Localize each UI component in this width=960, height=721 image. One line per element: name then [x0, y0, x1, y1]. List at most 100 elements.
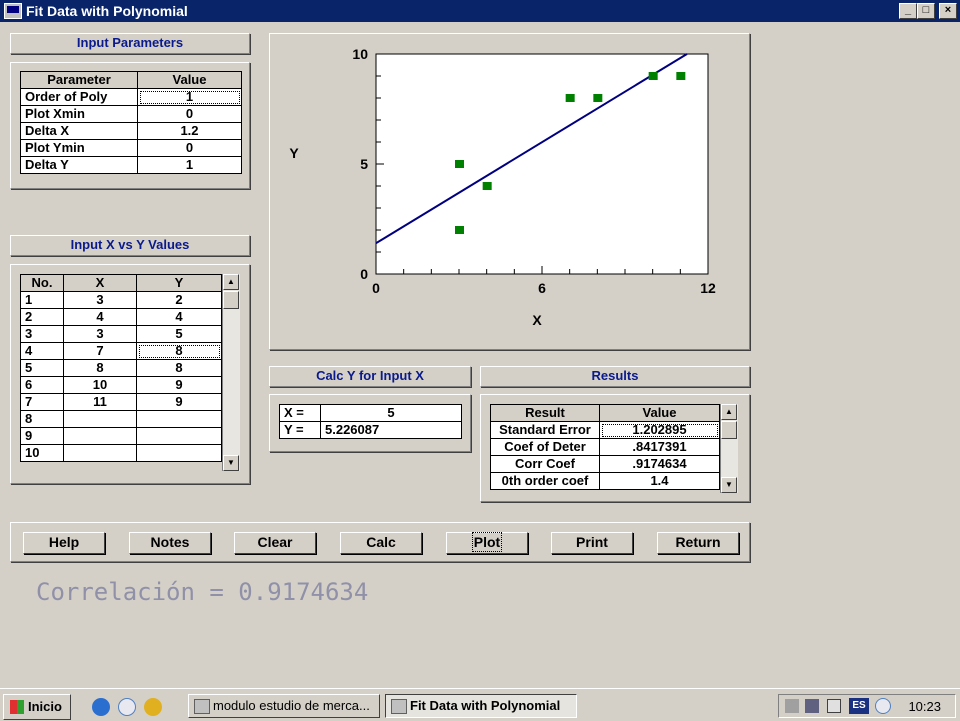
- data-point: [455, 226, 464, 234]
- display-icon[interactable]: [827, 699, 841, 713]
- table-row: Y = 5.226087: [279, 421, 462, 439]
- scroll-up-arrow-icon[interactable]: ▲: [721, 404, 737, 420]
- y-tick-label: 5: [360, 156, 368, 172]
- table-row[interactable]: 335: [20, 325, 222, 343]
- y-cell[interactable]: 8: [136, 342, 222, 360]
- y-cell[interactable]: 9: [136, 393, 222, 411]
- messenger-tray-icon[interactable]: [875, 698, 891, 714]
- table-row[interactable]: Coef of Deter .8417391: [490, 438, 720, 456]
- app-window-icon: [391, 699, 407, 714]
- table-row[interactable]: 244: [20, 308, 222, 326]
- result-value[interactable]: .9174634: [599, 455, 720, 473]
- notes-button[interactable]: Notes: [129, 532, 211, 554]
- media-player-icon[interactable]: [144, 698, 162, 716]
- table-row[interactable]: Standard Error 1.202895: [490, 421, 720, 439]
- result-value[interactable]: 1.202895: [599, 421, 720, 439]
- table-row[interactable]: Plot Ymin 0: [20, 139, 242, 157]
- x-cell[interactable]: [63, 410, 137, 428]
- table-row[interactable]: 0th order coef 1.4: [490, 472, 720, 490]
- x-cell[interactable]: 3: [63, 291, 137, 309]
- x-cell[interactable]: 4: [63, 308, 137, 326]
- column-header-parameter: Parameter: [20, 71, 138, 89]
- y-cell[interactable]: [136, 410, 222, 428]
- table-row[interactable]: 6 10 9: [20, 376, 222, 394]
- return-button-label: Return: [675, 534, 721, 550]
- table-row[interactable]: Delta X 1.2: [20, 122, 242, 140]
- param-label: Plot Xmin: [20, 105, 138, 123]
- table-row[interactable]: 132: [20, 291, 222, 309]
- row-number: 9: [20, 427, 64, 445]
- y-cell[interactable]: 8: [136, 359, 222, 377]
- taskbar-item-fit-data[interactable]: Fit Data with Polynomial: [385, 694, 577, 718]
- y-cell[interactable]: 5: [136, 325, 222, 343]
- x-tick-label: 6: [538, 280, 546, 296]
- x-cell[interactable]: 7: [63, 342, 137, 360]
- minimize-button[interactable]: _: [899, 3, 917, 19]
- scroll-down-arrow-icon[interactable]: ▼: [721, 477, 737, 493]
- plot-button[interactable]: Plot: [446, 532, 528, 554]
- results-header: Results: [480, 366, 750, 387]
- x-input-field[interactable]: 5: [320, 404, 462, 422]
- param-value-cell[interactable]: 0: [137, 139, 242, 157]
- x-cell[interactable]: [63, 444, 137, 462]
- xy-values-scrollbar[interactable]: ▲ ▼: [222, 274, 240, 471]
- results-scrollbar[interactable]: ▲ ▼: [720, 404, 738, 493]
- y-cell[interactable]: [136, 427, 222, 445]
- result-value[interactable]: 1.4: [599, 472, 720, 490]
- table-row[interactable]: 10: [20, 444, 222, 462]
- data-point: [565, 94, 575, 102]
- messenger-icon[interactable]: [118, 698, 136, 716]
- print-button[interactable]: Print: [551, 532, 633, 554]
- clear-button[interactable]: Clear: [234, 532, 316, 554]
- table-row[interactable]: Order of Poly 1: [20, 88, 242, 106]
- network-icon[interactable]: [805, 699, 819, 713]
- taskbar-item-modulo[interactable]: modulo estudio de merca...: [188, 694, 380, 718]
- x-axis-label: X: [532, 312, 542, 328]
- x-cell[interactable]: [63, 427, 137, 445]
- return-button[interactable]: Return: [657, 532, 739, 554]
- x-cell[interactable]: 11: [63, 393, 137, 411]
- table-row[interactable]: Delta Y1: [20, 156, 242, 174]
- xy-values-header: Input X vs Y Values: [10, 235, 250, 256]
- y-cell[interactable]: 4: [136, 308, 222, 326]
- volume-icon[interactable]: [785, 699, 799, 713]
- windows-logo-icon: [10, 700, 24, 714]
- table-row[interactable]: Corr Coef .9174634: [490, 455, 720, 473]
- param-value-cell[interactable]: 0: [137, 105, 242, 123]
- help-button[interactable]: Help: [23, 532, 105, 554]
- close-button[interactable]: ×: [939, 3, 957, 19]
- calc-button[interactable]: Calc: [340, 532, 422, 554]
- table-row[interactable]: Plot Xmin 0: [20, 105, 242, 123]
- scroll-thumb[interactable]: [223, 291, 239, 309]
- result-value[interactable]: .8417391: [599, 438, 720, 456]
- scroll-up-arrow-icon[interactable]: ▲: [223, 274, 239, 290]
- row-number: 1: [20, 291, 64, 309]
- scroll-down-arrow-icon[interactable]: ▼: [223, 455, 239, 471]
- table-row[interactable]: 478: [20, 342, 222, 360]
- param-value-cell[interactable]: 1: [137, 156, 242, 174]
- maximize-button[interactable]: □: [917, 3, 935, 19]
- y-output-value: 5.226087: [320, 421, 462, 439]
- y-cell[interactable]: 9: [136, 376, 222, 394]
- y-cell[interactable]: [136, 444, 222, 462]
- scroll-thumb[interactable]: [721, 421, 737, 439]
- table-row[interactable]: X = 5: [279, 404, 462, 422]
- input-parameters-panel: Parameter Value Order of Poly 1 Plot Xmin…: [10, 62, 250, 189]
- row-number: 10: [20, 444, 64, 462]
- table-row[interactable]: 588: [20, 359, 222, 377]
- app-icon[interactable]: [4, 3, 22, 19]
- x-cell[interactable]: 3: [63, 325, 137, 343]
- table-row[interactable]: 9: [20, 427, 222, 445]
- clear-button-label: Clear: [257, 534, 293, 550]
- start-button[interactable]: Inicio: [3, 694, 71, 720]
- table-row[interactable]: 8: [20, 410, 222, 428]
- x-cell[interactable]: 8: [63, 359, 137, 377]
- x-input-label: X =: [279, 404, 321, 422]
- table-row[interactable]: 7 11 9: [20, 393, 222, 411]
- y-cell[interactable]: 2: [136, 291, 222, 309]
- language-indicator[interactable]: ES: [849, 698, 869, 714]
- param-value-cell[interactable]: 1: [137, 88, 242, 106]
- x-cell[interactable]: 10: [63, 376, 137, 394]
- internet-explorer-icon[interactable]: [92, 698, 110, 716]
- param-value-cell[interactable]: 1.2: [137, 122, 242, 140]
